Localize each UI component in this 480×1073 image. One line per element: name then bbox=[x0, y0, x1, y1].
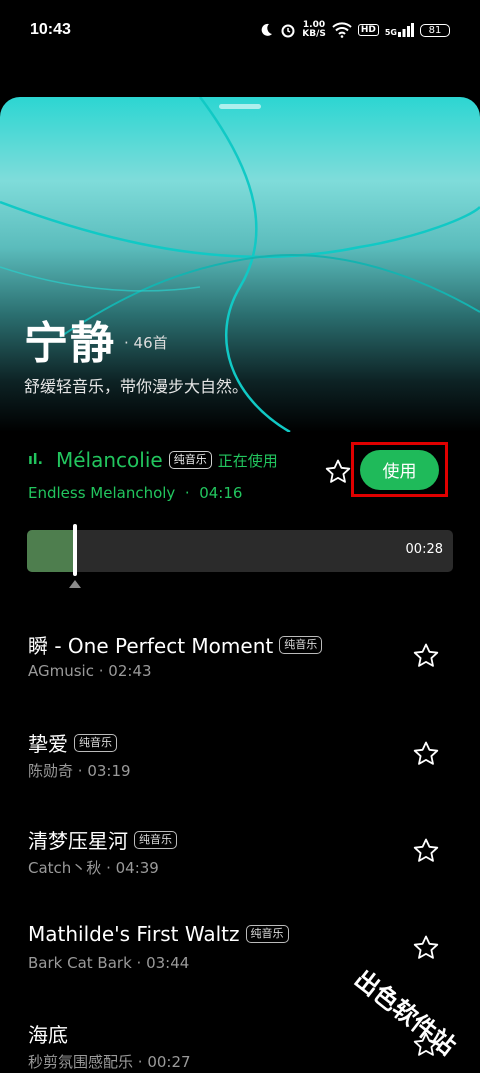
signal-icon: 5G bbox=[385, 23, 414, 37]
song-title: 海底 bbox=[28, 1023, 68, 1047]
song-meta: 陈勋奇 · 03:19 bbox=[28, 762, 131, 780]
in-use-status: 正在使用 bbox=[217, 451, 278, 470]
progress-fill bbox=[27, 530, 73, 572]
song-artist: Endless Melancholy bbox=[28, 484, 176, 502]
progress-pointer-icon bbox=[69, 580, 81, 588]
pure-music-tag: 纯音乐 bbox=[134, 830, 177, 849]
playing-indicator-icon: ıl. bbox=[28, 452, 43, 468]
song-artist: Bark Cat Bark bbox=[28, 954, 132, 972]
song-title: Mathilde's First Waltz bbox=[28, 922, 240, 946]
pure-music-tag: 纯音乐 bbox=[245, 925, 289, 943]
song-duration: 02:43 bbox=[108, 662, 152, 680]
song-meta: 秒剪氛围感配乐 · 00:27 bbox=[28, 1053, 191, 1071]
pure-music-tag: 纯音乐 bbox=[168, 451, 212, 469]
alarm-icon bbox=[281, 24, 295, 38]
clock: 10:43 bbox=[30, 21, 71, 38]
now-playing-title-line: ıl. Mélancolie 纯音乐 正在使用 bbox=[28, 448, 278, 472]
favorite-star-icon[interactable] bbox=[412, 837, 440, 865]
moon-icon bbox=[261, 23, 273, 36]
favorite-star-icon[interactable] bbox=[324, 458, 352, 486]
song-artist: AGmusic bbox=[28, 662, 94, 680]
song-title-line: 清梦压星河 纯音乐 bbox=[28, 825, 177, 854]
drag-handle[interactable] bbox=[219, 104, 261, 109]
playlist-title: 宁静 bbox=[24, 318, 116, 369]
playlist-description: 舒缓轻音乐，带你漫步大自然。 bbox=[24, 377, 249, 396]
progress-time: 00:28 bbox=[405, 542, 443, 557]
meta-separator: · bbox=[180, 484, 195, 502]
song-duration: 00:27 bbox=[147, 1053, 191, 1071]
song-artist: Catch丶秋 bbox=[28, 859, 102, 877]
use-button[interactable]: 使用 bbox=[360, 449, 439, 490]
song-title-line: Mathilde's First Waltz 纯音乐 bbox=[28, 922, 289, 946]
song-duration: 03:19 bbox=[87, 762, 131, 780]
favorite-star-icon[interactable] bbox=[412, 934, 440, 962]
song-title: 瞬 - One Perfect Moment bbox=[28, 634, 274, 658]
song-title: 清梦压星河 bbox=[28, 829, 128, 853]
progress-handle[interactable] bbox=[73, 524, 77, 576]
song-meta: Endless Melancholy · 04:16 bbox=[28, 484, 242, 502]
song-duration: 03:44 bbox=[146, 954, 190, 972]
audio-progress-bar[interactable]: 00:28 bbox=[27, 530, 453, 572]
song-title: 挚爱 bbox=[28, 732, 68, 756]
battery-indicator: 81 bbox=[420, 23, 450, 37]
song-artist: 秒剪氛围感配乐 bbox=[28, 1053, 134, 1071]
status-bar: 10:43 1.00 KB/S HD 5G 81 bbox=[0, 0, 480, 60]
song-count: · 46首 bbox=[124, 334, 168, 352]
pure-music-tag: 纯音乐 bbox=[74, 733, 117, 752]
wifi-icon bbox=[332, 22, 352, 38]
song-title-line: 海底 bbox=[28, 1019, 68, 1048]
song-meta: Bark Cat Bark · 03:44 bbox=[28, 954, 190, 972]
song-duration: 04:16 bbox=[199, 484, 243, 502]
favorite-star-icon[interactable] bbox=[412, 740, 440, 768]
song-artist: 陈勋奇 bbox=[28, 762, 74, 780]
pure-music-tag: 纯音乐 bbox=[279, 635, 323, 654]
song-meta: Catch丶秋 · 04:39 bbox=[28, 859, 159, 877]
playlist-header: 宁静 · 46首 舒缓轻音乐，带你漫步大自然。 bbox=[0, 97, 480, 432]
speed-unit: KB/S bbox=[302, 29, 326, 39]
watermark: 出色软件站 bbox=[349, 964, 461, 1061]
song-duration: 04:39 bbox=[115, 859, 159, 877]
song-title-line: 瞬 - One Perfect Moment 纯音乐 bbox=[28, 630, 323, 659]
hd-icon: HD bbox=[357, 24, 379, 36]
favorite-star-icon[interactable] bbox=[412, 642, 440, 670]
song-title-line: 挚爱 纯音乐 bbox=[28, 728, 117, 757]
network-speed: 1.00 KB/S bbox=[302, 21, 326, 39]
song-title: Mélancolie bbox=[56, 448, 163, 472]
status-icons: 1.00 KB/S HD 5G 81 bbox=[258, 21, 450, 39]
signal-label: 5G bbox=[384, 28, 397, 37]
song-meta: AGmusic · 02:43 bbox=[28, 662, 152, 680]
use-button-highlight: 使用 bbox=[351, 442, 448, 497]
